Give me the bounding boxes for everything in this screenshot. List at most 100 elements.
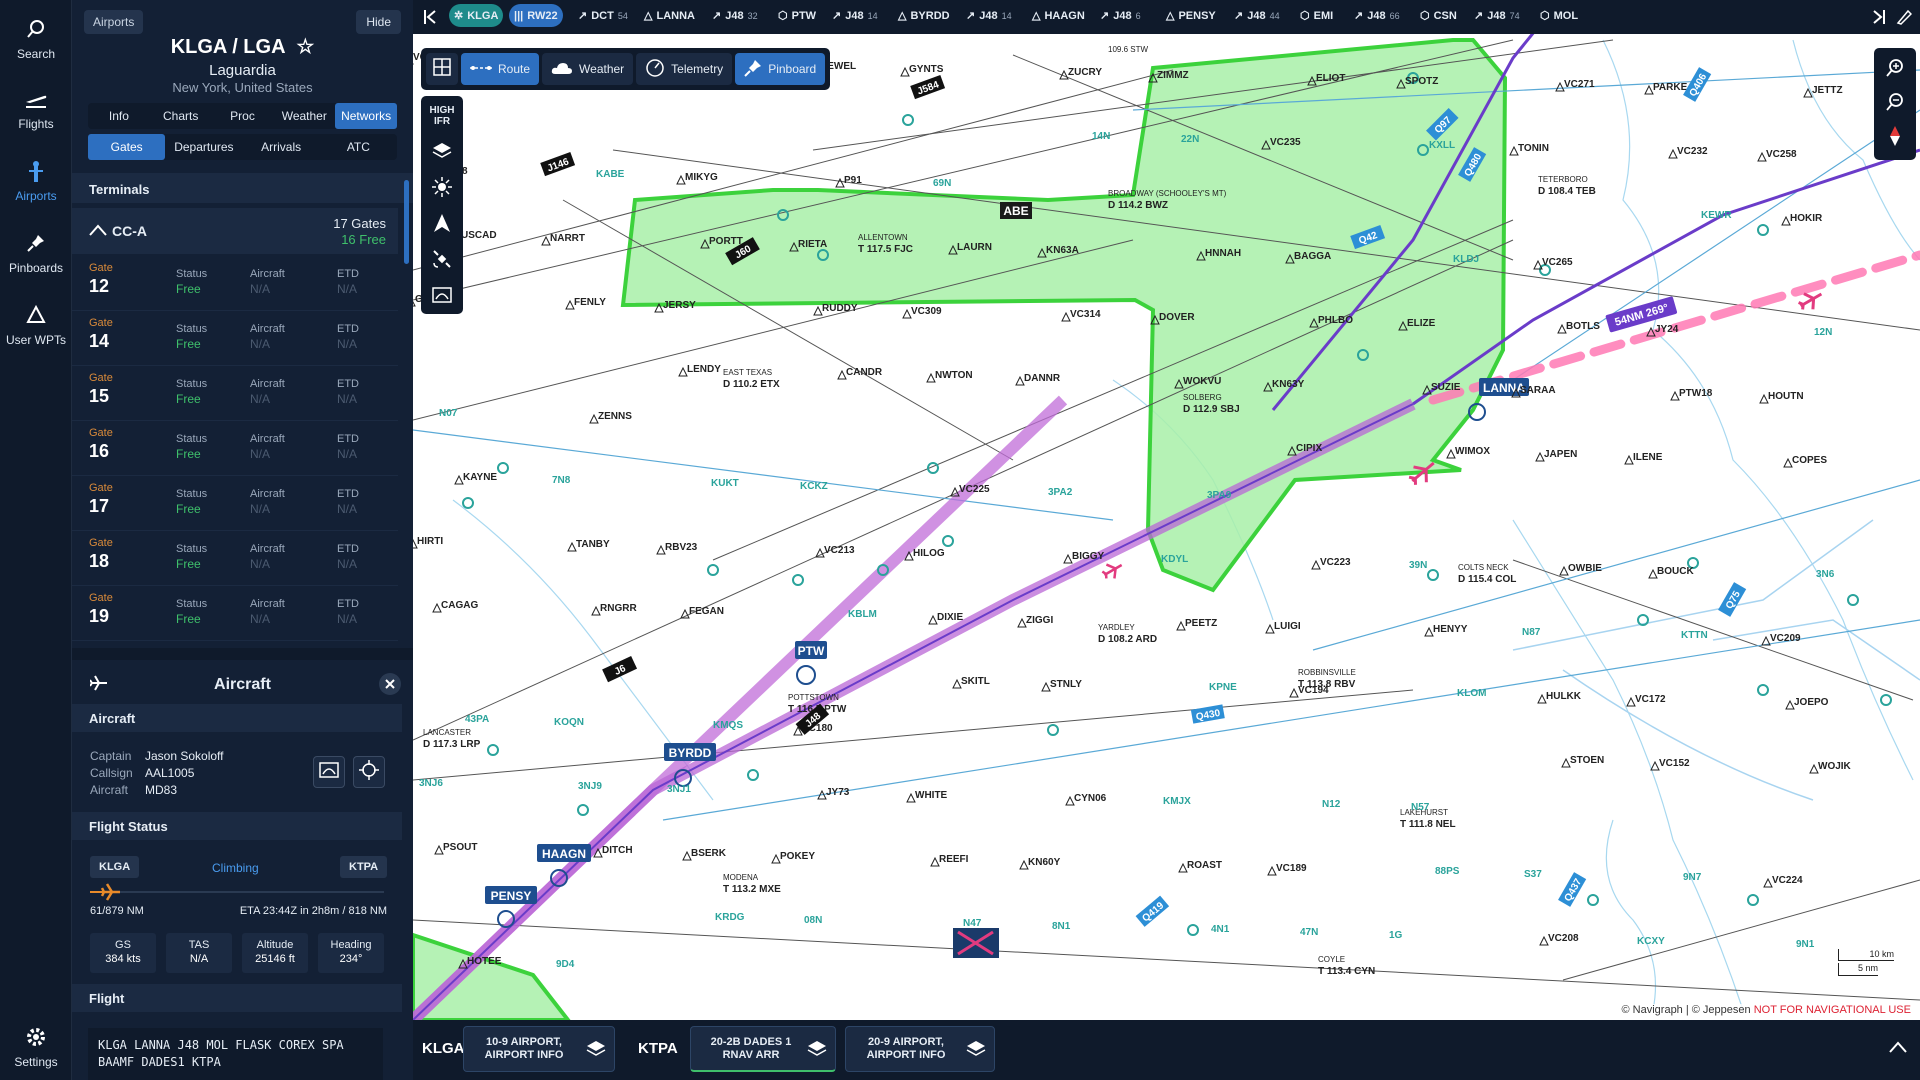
waypoint-label[interactable]: PARKE	[1653, 82, 1688, 93]
waypoint-label[interactable]: VC189	[1276, 863, 1307, 874]
waypoint-label[interactable]: JY24	[1655, 324, 1679, 335]
waypoint-label[interactable]: DITCH	[602, 845, 633, 856]
route-airway-chip[interactable]: ↗ J48 44	[1229, 4, 1285, 27]
waypoint-label[interactable]: GYNTS	[909, 64, 944, 75]
waypoint-label[interactable]: 3N6	[1816, 569, 1835, 580]
waypoint-label[interactable]: 47N	[1300, 927, 1318, 938]
waypoint-label[interactable]: 88PS	[1435, 866, 1460, 877]
waypoint-label[interactable]: 39N	[1409, 560, 1427, 571]
waypoint-label[interactable]: KN63A	[1046, 245, 1079, 256]
nav-flights[interactable]: Flights	[0, 76, 72, 142]
waypoint-label[interactable]: VC208	[1548, 933, 1579, 944]
waypoint-label[interactable]: PHLBO	[1318, 315, 1353, 326]
waypoint-label[interactable]: 3NJ9	[578, 781, 602, 792]
waypoint-label[interactable]: SARAA	[1520, 385, 1556, 396]
weather-station-marker[interactable]	[953, 928, 999, 958]
waypoint-label[interactable]: ZIGGI	[1026, 615, 1053, 626]
waypoint-label[interactable]: 43PA	[465, 714, 489, 725]
route-waypoint-chip[interactable]: ⬡ MOL	[1535, 4, 1583, 27]
waypoint-label[interactable]: KPNE	[1209, 682, 1237, 693]
layers-icon[interactable]	[799, 1027, 835, 1071]
waypoint-label[interactable]: KLOM	[1457, 688, 1486, 699]
nav-settings[interactable]: Settings	[0, 1014, 72, 1080]
terminal-row[interactable]: CC-A 17 Gates 16 Free	[72, 208, 398, 254]
waypoint-label[interactable]: ELIZE	[1407, 318, 1436, 329]
waypoint-label[interactable]: 12N	[1814, 327, 1832, 338]
hide-button[interactable]: Hide	[356, 10, 401, 34]
waypoint-label[interactable]: P91	[844, 175, 862, 186]
waypoint-label[interactable]: 08N	[804, 915, 822, 926]
waypoint-label[interactable]: VC314	[1070, 309, 1101, 320]
waypoint-label[interactable]: FEGAN	[689, 606, 724, 617]
layers-icon[interactable]	[958, 1027, 994, 1071]
route-airway-chip[interactable]: ↗ J48 66	[1349, 4, 1405, 27]
waypoint-label[interactable]: BOUCK	[1657, 566, 1694, 577]
waypoint-label[interactable]: 14N	[1092, 131, 1110, 142]
waypoint-label[interactable]: TANBY	[576, 539, 610, 550]
tab-charts[interactable]: Charts	[150, 103, 212, 129]
waypoint-label[interactable]: VC152	[1659, 758, 1690, 769]
waypoint-label[interactable]: VC235	[1270, 137, 1301, 148]
waypoint-label[interactable]: NWTON	[935, 370, 973, 381]
waypoint-label[interactable]: DANNR	[1024, 373, 1061, 384]
waypoint-label[interactable]: CYN06	[1074, 793, 1107, 804]
waypoint-label[interactable]: KCXY	[1637, 936, 1665, 947]
waypoint-label[interactable]: FENLY	[574, 297, 606, 308]
route-airway-chip[interactable]: ↗ J48 74	[1469, 4, 1525, 27]
waypoint-label[interactable]: KMJX	[1163, 796, 1191, 807]
route-airway-chip[interactable]: ↗ J48 14	[827, 4, 883, 27]
waypoint-label[interactable]: ZENNS	[598, 411, 632, 422]
waypoint-label[interactable]: CAGAG	[441, 600, 478, 611]
gate-row[interactable]: Gate 18 Status Free Aircraft N/A ETD N/A	[72, 531, 398, 586]
dest-chart-card-2[interactable]: 20-9 AIRPORT, AIRPORT INFO	[845, 1026, 995, 1072]
grid-view-button[interactable]	[426, 53, 458, 85]
nav-search[interactable]: Search	[0, 6, 72, 72]
layers-button[interactable]	[426, 136, 458, 168]
layers-icon[interactable]	[578, 1027, 614, 1071]
chart-layer-button[interactable]: HIGH IFR	[426, 100, 458, 132]
waypoint-label[interactable]: RNGRR	[600, 603, 637, 614]
waypoint-label[interactable]: VC232	[1677, 146, 1708, 157]
waypoint-label[interactable]: 3PA9	[1207, 490, 1232, 501]
waypoint-label[interactable]: WOJIK	[1818, 761, 1852, 772]
waypoint-label[interactable]: VC224	[1772, 875, 1803, 886]
route-waypoint-chip[interactable]: △ HAAGN	[1027, 4, 1090, 27]
waypoint-label[interactable]: BSERK	[691, 848, 727, 859]
waypoint-label[interactable]: TONIN	[1518, 143, 1549, 154]
waypoint-label[interactable]: KRDG	[715, 912, 745, 923]
bottom-origin-label[interactable]: KLGA	[422, 1040, 465, 1057]
route-waypoint-chip[interactable]: ⬡ CSN	[1415, 4, 1462, 27]
waypoint-label[interactable]: 3NJ1	[667, 784, 691, 795]
waypoint-label[interactable]: KUKT	[711, 478, 739, 489]
chart-view-button[interactable]	[313, 756, 345, 788]
vor-station[interactable]: ALLENTOWN T 117.5 FJC	[858, 233, 913, 255]
waypoint-label[interactable]: KXLL	[1429, 140, 1455, 151]
waypoint-label[interactable]: CANDR	[846, 367, 883, 378]
waypoint-label[interactable]: HNNAH	[1205, 248, 1241, 259]
waypoint-label[interactable]: BOTLS	[1566, 321, 1600, 332]
waypoint-label[interactable]: KLDJ	[1453, 254, 1479, 265]
waypoint-label[interactable]: VC225	[959, 484, 990, 495]
waypoint-label[interactable]: ILENE	[1633, 452, 1663, 463]
waypoint-label[interactable]: N87	[1522, 627, 1541, 638]
north-up-button[interactable]	[426, 208, 458, 240]
waypoint-label[interactable]: ZUCRY	[1068, 67, 1102, 78]
zoom-in-button[interactable]	[1879, 54, 1911, 86]
waypoint-label[interactable]: 3NJ6	[419, 778, 443, 789]
chart-canvas[interactable]: LANNA PTW BYRDD HAAGN PENSY ABE 54NM 269…	[413, 0, 1920, 1020]
day-night-button[interactable]	[426, 172, 458, 204]
waypoint-label[interactable]: 9D4	[556, 959, 575, 970]
waypoint-label[interactable]: LENDY	[687, 364, 721, 375]
gate-row[interactable]: Gate 15 Status Free Aircraft N/A ETD N/A	[72, 366, 398, 421]
waypoint-label[interactable]: KABE	[596, 169, 625, 180]
waypoint-label[interactable]: WHITE	[915, 790, 948, 801]
route-airway-chip[interactable]: ↗ DCT 54	[573, 4, 633, 27]
dest-chart-card-1[interactable]: 20-2B DADES 1 RNAV ARR	[690, 1026, 836, 1072]
waypoint-label[interactable]: KAYNE	[463, 472, 497, 483]
gates-scrollbar[interactable]	[404, 180, 409, 264]
compass-button[interactable]	[1879, 122, 1911, 154]
waypoint-label[interactable]: KBLM	[848, 609, 877, 620]
route-string[interactable]: KLGA LANNA J48 MOL FLASK COREX SPA BAAMF…	[88, 1028, 383, 1080]
origin-chart-card[interactable]: 10-9 AIRPORT, AIRPORT INFO	[463, 1026, 615, 1072]
waypoint-label[interactable]: HENYY	[1433, 624, 1468, 635]
